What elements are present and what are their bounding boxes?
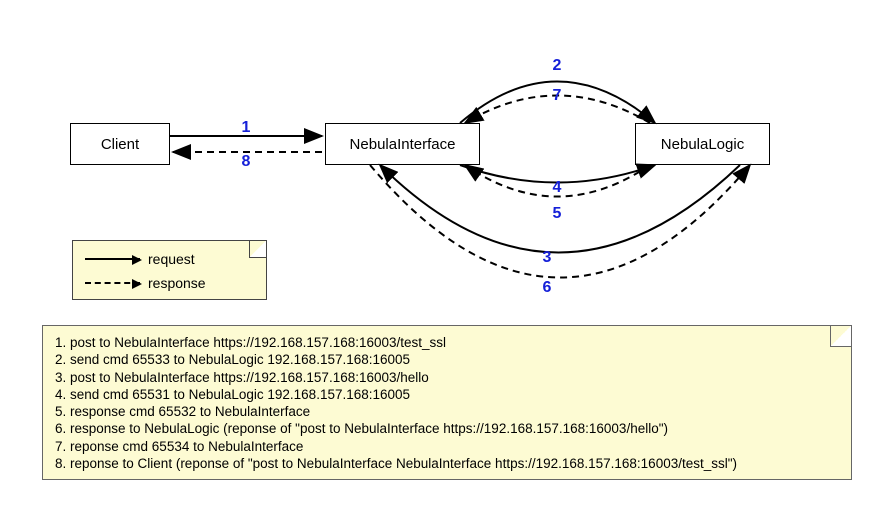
node-nebula-interface: NebulaInterface — [325, 123, 480, 165]
edge-1-number: 1 — [242, 119, 251, 136]
legend-response-arrow — [85, 282, 140, 284]
edge-3 — [380, 165, 740, 253]
node-nebula-interface-label: NebulaInterface — [350, 136, 456, 153]
edge-7 — [465, 96, 650, 124]
legend-response-row: response — [85, 275, 206, 291]
step-line: 2. send cmd 65533 to NebulaLogic 192.168… — [55, 351, 839, 368]
arrow-head-icon — [132, 255, 142, 265]
legend-request-label: request — [148, 251, 195, 267]
edge-3-number: 3 — [543, 249, 552, 266]
note-fold-corner — [830, 326, 851, 347]
edge-4 — [460, 165, 655, 183]
legend-request-row: request — [85, 251, 195, 267]
legend-box: request response — [72, 240, 267, 300]
step-line: 5. response cmd 65532 to NebulaInterface — [55, 403, 839, 420]
node-client: Client — [70, 123, 170, 165]
edge-6 — [370, 165, 750, 278]
step-line: 3. post to NebulaInterface https://192.1… — [55, 369, 839, 386]
legend-request-arrow — [85, 258, 140, 260]
edge-8-number: 8 — [242, 153, 251, 170]
edge-5-number: 5 — [553, 205, 562, 222]
legend-response-label: response — [148, 275, 206, 291]
edge-6-number: 6 — [543, 279, 552, 296]
arrow-head-icon — [132, 279, 142, 289]
step-line: 1. post to NebulaInterface https://192.1… — [55, 334, 839, 351]
step-line: 7. reponse cmd 65534 to NebulaInterface — [55, 438, 839, 455]
node-nebula-logic-label: NebulaLogic — [661, 136, 744, 153]
edge-4-number: 4 — [553, 179, 562, 196]
step-line: 8. reponse to Client (reponse of "post t… — [55, 455, 839, 472]
legend-fold-corner — [249, 241, 266, 258]
edge-2-number: 2 — [553, 57, 562, 74]
steps-note: 1. post to NebulaInterface https://192.1… — [42, 325, 852, 480]
edge-5 — [465, 165, 650, 197]
edge-2 — [460, 82, 655, 124]
node-client-label: Client — [101, 136, 139, 153]
step-line: 4. send cmd 65531 to NebulaLogic 192.168… — [55, 386, 839, 403]
node-nebula-logic: NebulaLogic — [635, 123, 770, 165]
step-line: 6. response to NebulaLogic (reponse of "… — [55, 420, 839, 437]
edge-7-number: 7 — [553, 87, 562, 104]
